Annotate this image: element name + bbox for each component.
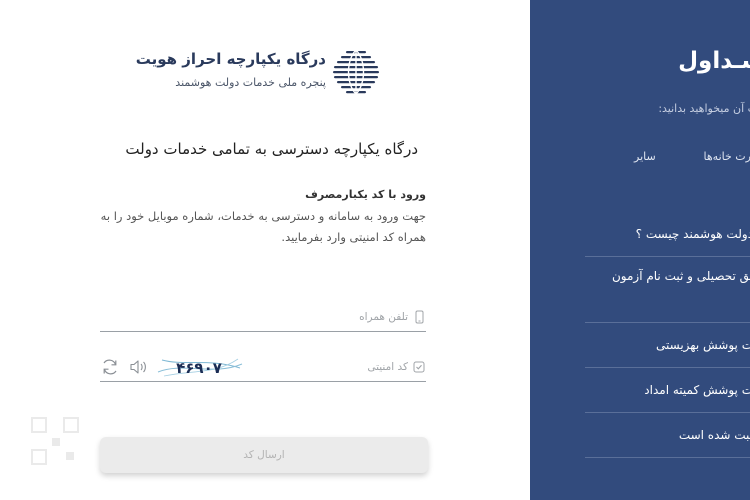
brand-header: درگاه یکپارچه احراز هویت پنجره ملی خدمات… (136, 46, 390, 98)
tab-other[interactable]: سایر (634, 150, 656, 163)
page-title: درگاه یکپارچه دسترسی به تمامی خدمات دولت (125, 140, 418, 158)
speaker-icon[interactable] (128, 358, 148, 376)
refresh-icon[interactable] (100, 357, 120, 377)
faq-item[interactable]: دولت هوشمند چیست ؟ (585, 212, 750, 257)
faq-item[interactable]: ثبت شده است (585, 413, 750, 458)
phone-input[interactable] (226, 306, 426, 328)
faq-item-label: دولت هوشمند چیست ؟ (635, 227, 750, 241)
tab-residence[interactable]: ارت خانه‌ها (704, 150, 750, 163)
captcha-image: ۴۶۹۰۷ (154, 356, 244, 378)
faq-item[interactable]: بق تحصیلی و ثبت نام آزمون (585, 257, 750, 323)
login-panel: درگاه یکپارچه احراز هویت پنجره ملی خدمات… (0, 0, 530, 500)
captcha-input[interactable] (226, 356, 426, 378)
info-panel: سـداول ت آن میخواهید بدانید: ارت خانه‌ها… (530, 0, 750, 500)
faq-item-label: ثبت شده است (678, 428, 750, 442)
faq-list: دولت هوشمند چیست ؟ بق تحصیلی و ثبت نام آ… (585, 212, 750, 458)
captcha-field: ۴۶۹۰۷ (100, 352, 426, 382)
faq-item-label: ت پوشش کمیته امداد (644, 383, 750, 397)
faq-item-label: ت پوشش بهزیستی (656, 338, 750, 352)
globe-stripes-icon (333, 49, 379, 95)
info-subheading: ت آن میخواهید بدانید: (658, 102, 750, 115)
brand-title: درگاه یکپارچه احراز هویت (135, 50, 326, 68)
captcha-code: ۴۶۹۰۷ (176, 359, 222, 377)
brand-subtitle: پنجره ملی خدمات دولت هوشمند (175, 76, 326, 89)
otp-section-title: ورود با کد یکبارمصرف (305, 188, 426, 201)
qr-code-icon (31, 417, 79, 465)
faq-item-label: بق تحصیلی و ثبت نام آزمون (611, 269, 750, 283)
otp-description: جهت ورود به سامانه و دسترسی به خدمات، شم… (100, 209, 426, 244)
info-heading: سـداول (678, 48, 750, 74)
faq-item[interactable]: ت پوشش بهزیستی (585, 323, 750, 368)
send-code-button[interactable]: ارسال کد (100, 437, 428, 473)
faq-item[interactable]: ت پوشش کمیته امداد (585, 368, 750, 413)
phone-field (100, 302, 426, 332)
